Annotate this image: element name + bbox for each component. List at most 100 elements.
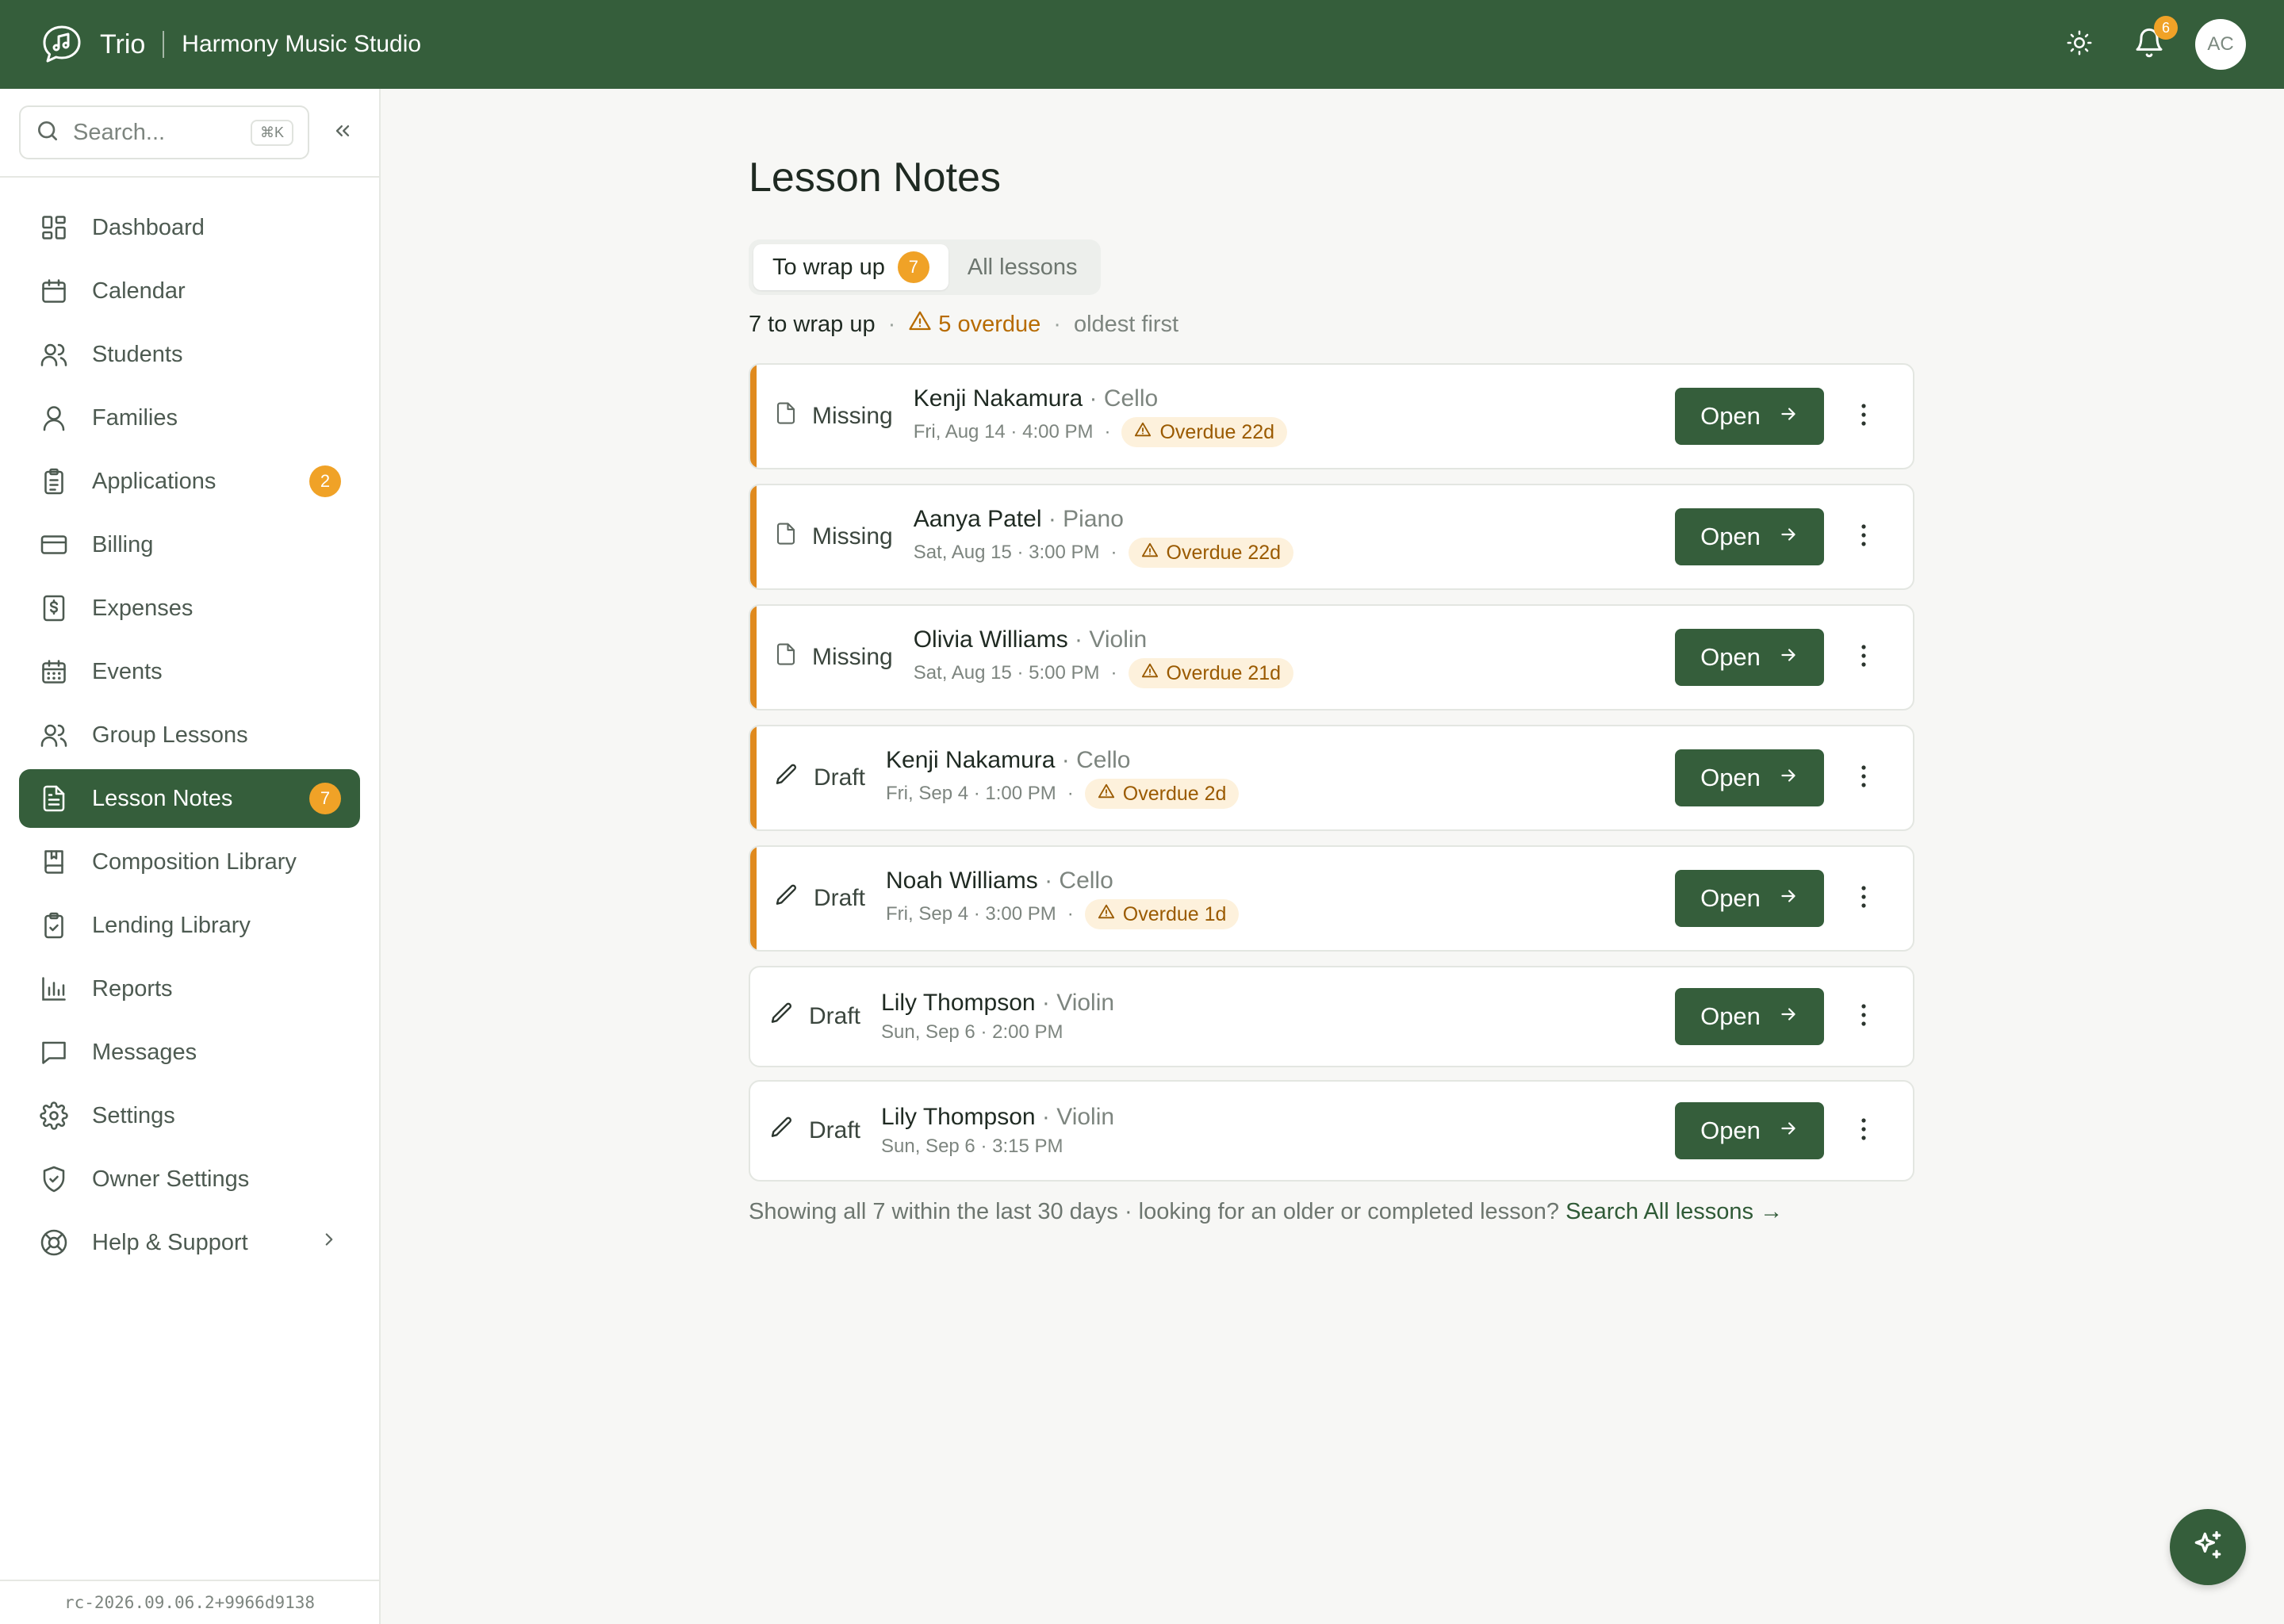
lesson-row[interactable]: Draft Kenji Nakamura · Cello Fri, Sep 4 …: [749, 725, 1914, 831]
search-all-lessons-link[interactable]: Search All lessons →: [1565, 1199, 1783, 1224]
sidebar-item-owner-settings[interactable]: Owner Settings: [19, 1150, 360, 1208]
lesson-meta: Sun, Sep 6 · 3:15 PM: [881, 1136, 1114, 1158]
open-button[interactable]: Open: [1675, 1102, 1824, 1159]
sun-icon: [2066, 29, 2093, 60]
lesson-meta: Sat, Aug 15 · 5:00 PM · Overdue 21d: [914, 658, 1294, 688]
sidebar-item-expenses[interactable]: Expenses: [19, 579, 360, 638]
instrument: Cello: [1103, 385, 1159, 412]
summary-line: 7 to wrap up · 5 overdue · oldest first: [749, 309, 1914, 339]
collapse-sidebar-button[interactable]: [327, 117, 358, 148]
instrument: Cello: [1059, 868, 1113, 894]
sidebar-item-label: Lending Library: [92, 912, 251, 938]
sidebar-item-help-support[interactable]: Help & Support: [19, 1213, 360, 1272]
more-actions-button[interactable]: [1854, 1112, 1873, 1150]
sidebar-item-families[interactable]: Families: [19, 389, 360, 447]
open-button[interactable]: Open: [1675, 388, 1824, 445]
search-input[interactable]: [73, 119, 232, 146]
sidebar-item-billing[interactable]: Billing: [19, 515, 360, 574]
sidebar-item-students[interactable]: Students: [19, 325, 360, 384]
search-box[interactable]: ⌘K: [19, 105, 309, 159]
status-label: Missing: [812, 403, 893, 429]
lesson-row[interactable]: Missing Olivia Williams · Violin Sat, Au…: [749, 604, 1914, 710]
notifications-button[interactable]: 6: [2124, 16, 2178, 70]
sidebar: ⌘K Dashboard Calendar Students: [0, 89, 381, 1624]
app-name: Trio: [100, 29, 146, 59]
credit-card-icon: [38, 529, 70, 561]
status-missing: Missing: [774, 401, 893, 431]
theme-toggle-button[interactable]: [2054, 19, 2105, 70]
open-button[interactable]: Open: [1675, 870, 1824, 927]
sidebar-item-group-lessons[interactable]: Group Lessons: [19, 706, 360, 764]
open-button[interactable]: Open: [1675, 508, 1824, 565]
lesson-info: Lily Thompson · Violin Sun, Sep 6 · 2:00…: [881, 990, 1114, 1044]
pencil-icon: [774, 883, 799, 914]
sidebar-item-composition-library[interactable]: Composition Library: [19, 833, 360, 891]
sidebar-item-lesson-notes[interactable]: Lesson Notes 7: [19, 769, 360, 828]
brand[interactable]: Trio Harmony Music Studio: [40, 22, 421, 67]
more-actions-button[interactable]: [1854, 518, 1873, 556]
instrument: Piano: [1063, 506, 1124, 532]
sidebar-item-applications[interactable]: Applications 2: [19, 452, 360, 511]
lesson-info: Kenji Nakamura · Cello Fri, Aug 14 · 4:0…: [914, 385, 1288, 447]
more-actions-button[interactable]: [1854, 759, 1873, 797]
ai-assistant-button[interactable]: [2170, 1509, 2246, 1585]
sidebar-item-lending-library[interactable]: Lending Library: [19, 896, 360, 955]
more-actions-button[interactable]: [1854, 397, 1873, 435]
status-missing: Missing: [774, 642, 893, 672]
sidebar-item-reports[interactable]: Reports: [19, 959, 360, 1018]
arrow-right-icon: [1761, 1002, 1799, 1031]
status-label: Draft: [814, 764, 866, 791]
tab-label: To wrap up: [772, 254, 885, 280]
overdue-label: Overdue 22d: [1159, 420, 1275, 443]
lesson-datetime: Fri, Sep 4 · 3:00 PM: [886, 903, 1056, 925]
brand-divider: [163, 31, 165, 58]
clipboard-icon: [38, 465, 70, 497]
sidebar-item-label: Group Lessons: [92, 722, 248, 748]
tab-to-wrap-up[interactable]: To wrap up 7: [753, 244, 948, 290]
sidebar-item-label: Expenses: [92, 595, 194, 621]
lesson-info: Noah Williams · Cello Fri, Sep 4 · 3:00 …: [886, 868, 1240, 929]
status-draft: Draft: [769, 1001, 860, 1032]
instrument: Violin: [1089, 626, 1148, 653]
sidebar-item-messages[interactable]: Messages: [19, 1023, 360, 1082]
arrow-right-icon: [1761, 402, 1799, 431]
sidebar-item-dashboard[interactable]: Dashboard: [19, 198, 360, 257]
sidebar-item-calendar[interactable]: Calendar: [19, 262, 360, 320]
user-avatar[interactable]: AC: [2195, 19, 2246, 70]
sidebar-item-label: Billing: [92, 531, 154, 557]
shield-check-icon: [38, 1163, 70, 1195]
calendar-icon: [38, 275, 70, 307]
sidebar-item-settings[interactable]: Settings: [19, 1086, 360, 1145]
open-button[interactable]: Open: [1675, 749, 1824, 806]
status-label: Draft: [814, 885, 866, 911]
more-actions-button[interactable]: [1854, 879, 1873, 917]
lesson-row[interactable]: Draft Lily Thompson · Violin Sun, Sep 6 …: [749, 1080, 1914, 1182]
sidebar-item-label: Help & Support: [92, 1229, 248, 1255]
overdue-count-label: 5 overdue: [938, 311, 1041, 337]
overdue-label: Overdue 22d: [1166, 541, 1282, 564]
sidebar-item-events[interactable]: Events: [19, 642, 360, 701]
lesson-datetime: Fri, Sep 4 · 1:00 PM: [886, 783, 1056, 804]
open-button[interactable]: Open: [1675, 988, 1824, 1045]
lesson-row[interactable]: Draft Noah Williams · Cello Fri, Sep 4 ·…: [749, 845, 1914, 952]
student-name: Lily Thompson: [881, 990, 1036, 1016]
tab-all-lessons[interactable]: All lessons: [948, 244, 1097, 290]
lesson-meta: Sun, Sep 6 · 2:00 PM: [881, 1021, 1114, 1044]
lesson-row[interactable]: Missing Aanya Patel · Piano Sat, Aug 15 …: [749, 484, 1914, 590]
sort-order: oldest first: [1073, 311, 1179, 337]
arrow-right-icon: [1761, 643, 1799, 672]
lesson-row[interactable]: Missing Kenji Nakamura · Cello Fri, Aug …: [749, 363, 1914, 469]
more-actions-button[interactable]: [1854, 998, 1873, 1036]
warning-icon: [1141, 662, 1167, 685]
music-chat-logo-icon: [40, 22, 84, 67]
open-button[interactable]: Open: [1675, 629, 1824, 686]
student-name: Kenji Nakamura: [886, 747, 1056, 773]
overdue-badge: Overdue 2d: [1084, 779, 1240, 809]
lesson-row[interactable]: Draft Lily Thompson · Violin Sun, Sep 6 …: [749, 966, 1914, 1067]
lesson-info: Kenji Nakamura · Cello Fri, Sep 4 · 1:00…: [886, 747, 1240, 809]
overdue-label: Overdue 21d: [1166, 661, 1282, 684]
overdue-label: Overdue 1d: [1122, 902, 1227, 925]
more-actions-button[interactable]: [1854, 638, 1873, 676]
warning-icon: [1141, 542, 1167, 565]
lesson-meta: Sat, Aug 15 · 3:00 PM · Overdue 22d: [914, 538, 1294, 568]
